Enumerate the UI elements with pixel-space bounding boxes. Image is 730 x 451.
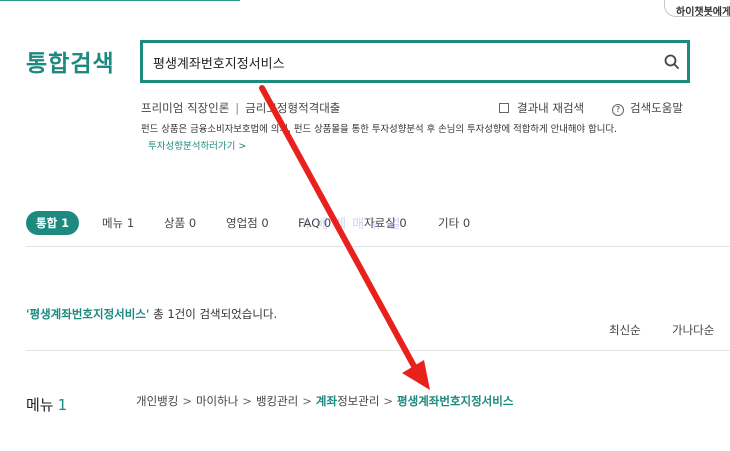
menu-heading-label: 메뉴 — [26, 396, 54, 414]
re-search-label: 결과내 재검색 — [517, 101, 585, 115]
result-count-text: 총 1건이 검색되었습니다. — [149, 307, 278, 321]
page-title: 통합검색 — [26, 51, 115, 77]
re-search-toggle[interactable]: 결과내 재검색 — [499, 100, 584, 116]
tab-other[interactable]: 기타 0 — [438, 211, 470, 235]
fund-notice: 펀드 상품은 금융소비자보호법에 의거, 펀드 상품몰을 통한 투자성향분석 후… — [141, 124, 617, 135]
tab-all[interactable]: 통합 1 — [26, 211, 80, 235]
search-help-link[interactable]: ? 검색도움말 — [612, 100, 683, 116]
investment-analysis-link[interactable]: 투자성향분석하러가기 > — [148, 138, 246, 152]
search-input[interactable] — [153, 51, 643, 73]
annotation-arrow-head — [402, 360, 430, 390]
sort-latest[interactable]: 최신순 — [609, 322, 641, 338]
link-separator: | — [235, 101, 240, 115]
search-icon[interactable] — [663, 53, 681, 71]
chevron-right-icon: > — [302, 394, 312, 408]
results-divider — [26, 350, 730, 351]
link-premium-loan[interactable]: 프리미엄 직장인론 — [141, 101, 229, 115]
breadcrumb-item: 뱅킹관리 — [255, 394, 299, 408]
breadcrumb-item-rest: 정보관리 — [337, 394, 380, 408]
menu-section-heading: 메뉴 1 — [26, 394, 67, 415]
search-box — [140, 40, 690, 83]
chevron-right-icon: > — [182, 394, 192, 408]
question-icon: ? — [612, 104, 624, 116]
breadcrumb-item-current: 평생계좌번호지정서비스 — [397, 394, 514, 408]
breadcrumb-highlight: 계좌 — [315, 394, 338, 408]
breadcrumb-item: 개인뱅킹 — [136, 394, 179, 408]
chevron-right-icon: > — [242, 394, 252, 408]
link-fixed-rate-loan[interactable]: 금리고정형적격대출 — [245, 101, 340, 115]
watermark: 이 베 레 매 뉴 얼 — [298, 217, 402, 232]
chevron-right-icon: > — [383, 394, 394, 408]
tab-menu[interactable]: 메뉴 1 — [102, 211, 134, 235]
tabs-divider — [26, 246, 730, 247]
sort-alphabetical[interactable]: 가나다순 — [672, 322, 714, 338]
menu-heading-count: 1 — [57, 396, 68, 414]
menu-breadcrumb[interactable]: 개인뱅킹 > 마이하나 > 뱅킹관리 > 계좌정보관리 > 평생계좌번호지정서비스 — [136, 393, 513, 409]
help-label: 검색도움말 — [630, 101, 683, 115]
quick-links: 프리미엄 직장인론 | 금리고정형적격대출 — [141, 100, 340, 116]
chatbot-button[interactable]: 하이챗봇에게 — [664, 0, 730, 17]
result-summary: '평생계좌번호지정서비스' 총 1건이 검색되었습니다. — [26, 306, 277, 322]
re-search-checkbox[interactable] — [499, 103, 509, 113]
breadcrumb-item: 마이하나 — [195, 394, 239, 408]
top-divider — [0, 0, 240, 1]
result-keyword: '평생계좌번호지정서비스' — [26, 307, 150, 321]
tab-branches[interactable]: 영업점 0 — [226, 211, 269, 235]
tab-products[interactable]: 상품 0 — [164, 211, 196, 235]
